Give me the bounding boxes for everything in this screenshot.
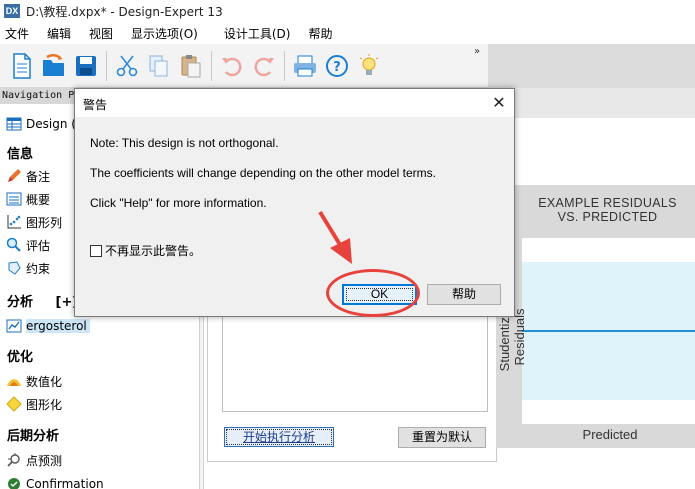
dialog-message-line-3: Click "Help" for more information. (90, 196, 267, 210)
window-titlebar: DX D:\教程.dxpx* - Design-Expert 13 (0, 0, 695, 22)
nav-item-design[interactable]: Design (A (6, 114, 84, 134)
example-chart-title: EXAMPLE RESIDUALS VS. PREDICTED (520, 196, 695, 224)
dont-show-checkbox-row[interactable]: 不再显示此警告。 (90, 242, 201, 259)
pencil-icon (8, 169, 21, 182)
nav-item-notes[interactable]: 备注 (6, 166, 50, 186)
dont-show-label: 不再显示此警告。 (105, 244, 202, 258)
menu-help[interactable]: 帮助 (299, 25, 341, 42)
nav-item-summary-label: 概要 (26, 192, 51, 207)
nav-item-constraints-label: 约束 (26, 261, 51, 276)
toolbar-overflow-button[interactable]: » (474, 46, 480, 57)
nav-item-numerical-label: 数值化 (26, 374, 63, 389)
toolbar: ? (0, 44, 488, 88)
annotation-highlight-ellipse (326, 269, 420, 317)
nav-section-info: 信息 (7, 147, 34, 162)
menu-edit[interactable]: 编辑 (38, 25, 80, 42)
nav-item-notes-label: 备注 (26, 169, 51, 184)
close-icon[interactable]: ✕ (488, 92, 510, 114)
window-title: D:\教程.dxpx* - Design-Expert 13 (26, 4, 223, 19)
list-icon (6, 192, 22, 206)
numerical-optimization-icon (7, 379, 21, 386)
point-prediction-icon (7, 453, 20, 467)
reset-default-button[interactable]: 重置为默认 (398, 427, 486, 448)
dialog-titlebar: 警告 ✕ (75, 89, 514, 117)
nav-item-analysis-ergosterol-label: ergosterol (26, 319, 90, 333)
cut-icon[interactable] (113, 50, 141, 82)
nav-section-optimization: 优化 (7, 350, 34, 365)
nav-item-constraints[interactable]: 约束 (6, 258, 50, 278)
menu-view[interactable]: 视图 (80, 25, 122, 42)
paste-icon[interactable] (177, 50, 205, 82)
nav-item-analysis-ergosterol[interactable]: ergosterol (6, 316, 90, 336)
nav-item-evaluation[interactable]: 评估 (6, 235, 50, 255)
polygon-icon (8, 261, 21, 275)
nav-section-analysis-label: 分析 (7, 295, 34, 310)
nav-item-confirmation[interactable]: Confirmation (6, 474, 104, 489)
nav-section-post-analysis: 后期分析 (7, 429, 60, 444)
scatter-plot-icon (7, 215, 21, 229)
warning-dialog: 警告 ✕ Note: This design is not orthogonal… (74, 88, 515, 317)
nav-item-graph-columns-label: 图形列 (26, 215, 63, 230)
example-chart-zero-line (522, 330, 695, 332)
dialog-title: 警告 (83, 98, 108, 112)
save-icon[interactable] (72, 50, 100, 82)
nav-item-graph-columns[interactable]: 图形列 (6, 212, 62, 232)
redo-icon[interactable] (250, 50, 278, 82)
open-folder-icon[interactable] (40, 50, 68, 82)
nav-item-confirmation-label: Confirmation (26, 477, 104, 489)
line-chart-icon (6, 319, 22, 333)
annotation-arrow-icon (318, 210, 352, 264)
analysis-options-list[interactable] (222, 312, 488, 412)
menu-display-options[interactable]: 显示选项(O) (122, 25, 207, 42)
confirmation-icon (8, 478, 20, 489)
app-logo: DX (4, 4, 20, 18)
svg-text:?: ? (333, 60, 341, 75)
copy-icon[interactable] (145, 50, 173, 82)
menu-file[interactable]: 文件 (0, 25, 38, 42)
undo-icon[interactable] (218, 50, 246, 82)
example-chart-title-line2: VS. PREDICTED (557, 210, 658, 224)
start-analysis-button[interactable]: 开始执行分析 (224, 427, 334, 447)
example-chart-title-line1: EXAMPLE RESIDUALS (538, 196, 677, 210)
tip-bulb-icon[interactable] (355, 50, 383, 82)
help-icon[interactable]: ? (323, 50, 351, 82)
dialog-message-line-1: Note: This design is not orthogonal. (90, 136, 279, 150)
help-button[interactable]: 帮助 (427, 284, 501, 305)
nav-section-analysis: 分析 [+] (7, 291, 78, 310)
nav-item-graphical[interactable]: 图形化 (6, 394, 62, 414)
dialog-message-line-2: The coefficients will change depending o… (90, 166, 436, 180)
dont-show-checkbox[interactable] (90, 244, 102, 257)
toolbar-separator (284, 50, 285, 81)
nav-item-point-prediction[interactable]: 点预测 (6, 450, 62, 470)
print-icon[interactable] (291, 50, 319, 82)
toolbar-separator (211, 50, 212, 81)
nav-item-summary[interactable]: 概要 (6, 189, 50, 209)
example-chart-xlabel: Predicted (582, 427, 638, 442)
new-file-icon[interactable] (8, 50, 36, 82)
magnifier-icon (6, 237, 21, 252)
nav-item-point-prediction-label: 点预测 (26, 453, 63, 468)
nav-item-evaluation-label: 评估 (26, 238, 51, 253)
toolbar-empty-area (488, 44, 695, 88)
menu-design-tools[interactable]: 设计工具(D) (215, 25, 300, 42)
diamond-icon (6, 396, 22, 412)
nav-item-graphical-label: 图形化 (26, 397, 63, 412)
nav-item-numerical[interactable]: 数值化 (6, 371, 62, 391)
table-icon (6, 117, 22, 131)
menu-bar: 文件 编辑 视图 显示选项(O) 设计工具(D) 帮助 (0, 22, 695, 44)
toolbar-separator (106, 50, 107, 81)
